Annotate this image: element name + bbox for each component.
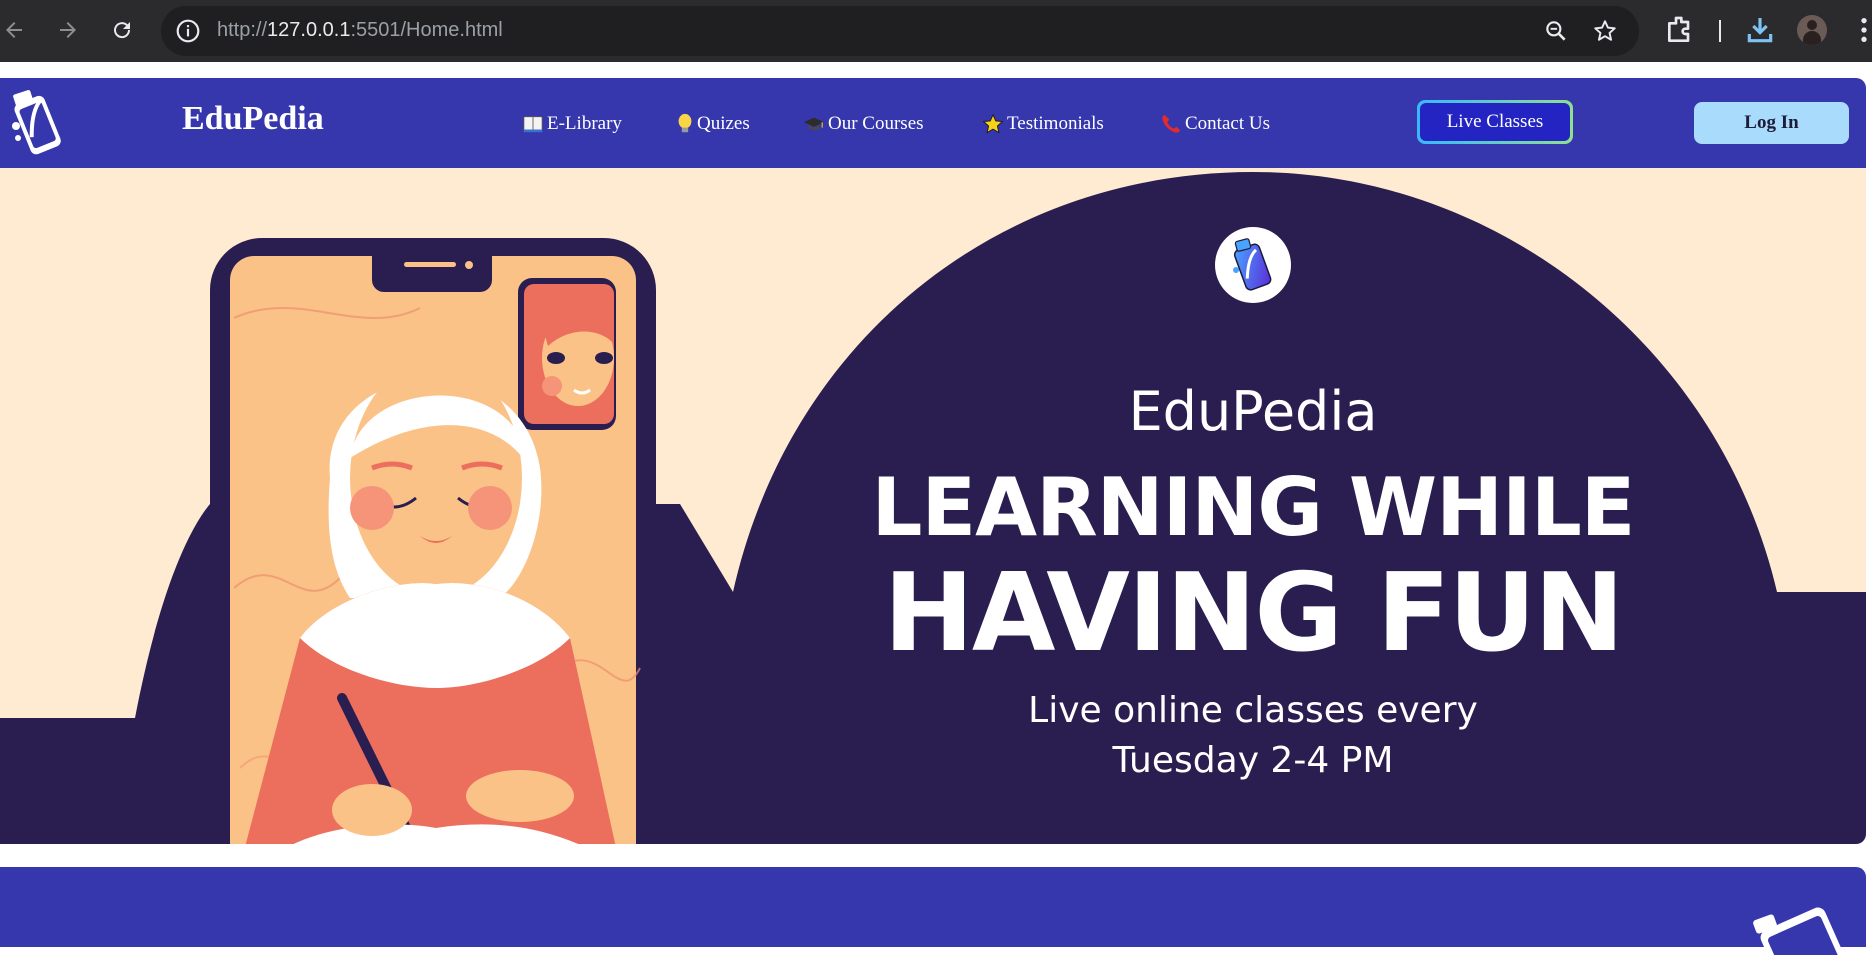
book-icon bbox=[523, 116, 543, 133]
nav-label: E-Library bbox=[547, 113, 622, 134]
telephone-icon bbox=[1162, 114, 1181, 133]
edupedia-logo-icon bbox=[1753, 907, 1844, 955]
hero-logo-badge bbox=[1215, 227, 1291, 303]
nav-item-quizes[interactable]: Quizes bbox=[676, 111, 750, 137]
reload-button[interactable] bbox=[104, 12, 140, 48]
login-button[interactable]: Log In bbox=[1694, 102, 1849, 144]
hero-title: EduPedia bbox=[1128, 380, 1378, 443]
site-info-icon[interactable] bbox=[175, 18, 201, 44]
back-button[interactable] bbox=[0, 12, 32, 48]
edupedia-logo-icon[interactable] bbox=[6, 86, 70, 160]
nav-label: Contact Us bbox=[1185, 113, 1270, 134]
edupedia-logo-icon bbox=[1233, 238, 1272, 291]
zoom-icon[interactable] bbox=[1543, 18, 1569, 44]
hero-subtitle-line2: Tuesday 2-4 PM bbox=[1112, 740, 1394, 781]
lightbulb-icon bbox=[678, 113, 692, 133]
live-classes-label: Live Classes bbox=[1420, 103, 1570, 141]
live-classes-button[interactable]: Live Classes bbox=[1417, 100, 1573, 144]
nav-item-contact-us[interactable]: Contact Us bbox=[1160, 111, 1270, 137]
nav-item-our-courses[interactable]: Our Courses bbox=[803, 111, 924, 137]
brand-name[interactable]: EduPedia bbox=[182, 100, 324, 138]
menu-dots-icon[interactable] bbox=[1856, 14, 1872, 46]
url-scheme: http:// bbox=[217, 19, 268, 41]
forward-button[interactable] bbox=[50, 12, 86, 48]
hero-subtitle: Live online classes every Tuesday 2-4 PM bbox=[960, 686, 1546, 786]
profile-avatar[interactable] bbox=[1797, 15, 1827, 45]
download-icon[interactable] bbox=[1744, 14, 1776, 46]
nav-item-e-library[interactable]: E-Library bbox=[522, 111, 622, 137]
hero-subtitle-line1: Live online classes every bbox=[1028, 690, 1478, 731]
star-icon bbox=[982, 113, 1004, 134]
nav-label: Testimonials bbox=[1007, 113, 1104, 134]
site-header: EduPedia E-Library Quizes Our Courses Te… bbox=[0, 78, 1866, 168]
toolbar-divider bbox=[1719, 20, 1721, 42]
bookmark-star-icon[interactable] bbox=[1592, 18, 1618, 44]
hero-headline-line1: LEARNING WHILE bbox=[871, 461, 1636, 554]
arrow-right-icon bbox=[60, 22, 76, 38]
reload-icon bbox=[114, 22, 131, 39]
address-bar[interactable]: http://127.0.0.1:5501/Home.html bbox=[161, 6, 1639, 56]
browser-toolbar: http://127.0.0.1:5501/Home.html bbox=[0, 0, 1872, 62]
nav-item-testimonials[interactable]: Testimonials bbox=[982, 111, 1104, 137]
phone-illustration bbox=[210, 238, 656, 844]
address-url[interactable]: http://127.0.0.1:5501/Home.html bbox=[217, 19, 503, 42]
graduation-cap-icon bbox=[803, 117, 825, 130]
hero-headline-line2: HAVING FUN bbox=[883, 551, 1625, 676]
browser-chrome: http://127.0.0.1:5501/Home.html bbox=[0, 0, 1872, 68]
url-host: 127.0.0.1 bbox=[267, 19, 351, 41]
nav-label: Quizes bbox=[697, 113, 750, 134]
next-section bbox=[0, 867, 1866, 955]
hero-banner: EduPedia LEARNING WHILE HAVING FUN Live … bbox=[0, 168, 1866, 844]
extensions-icon[interactable] bbox=[1664, 14, 1696, 46]
arrow-left-icon bbox=[6, 22, 22, 38]
nav-label: Our Courses bbox=[828, 113, 924, 134]
url-path: :5501/Home.html bbox=[350, 19, 503, 41]
